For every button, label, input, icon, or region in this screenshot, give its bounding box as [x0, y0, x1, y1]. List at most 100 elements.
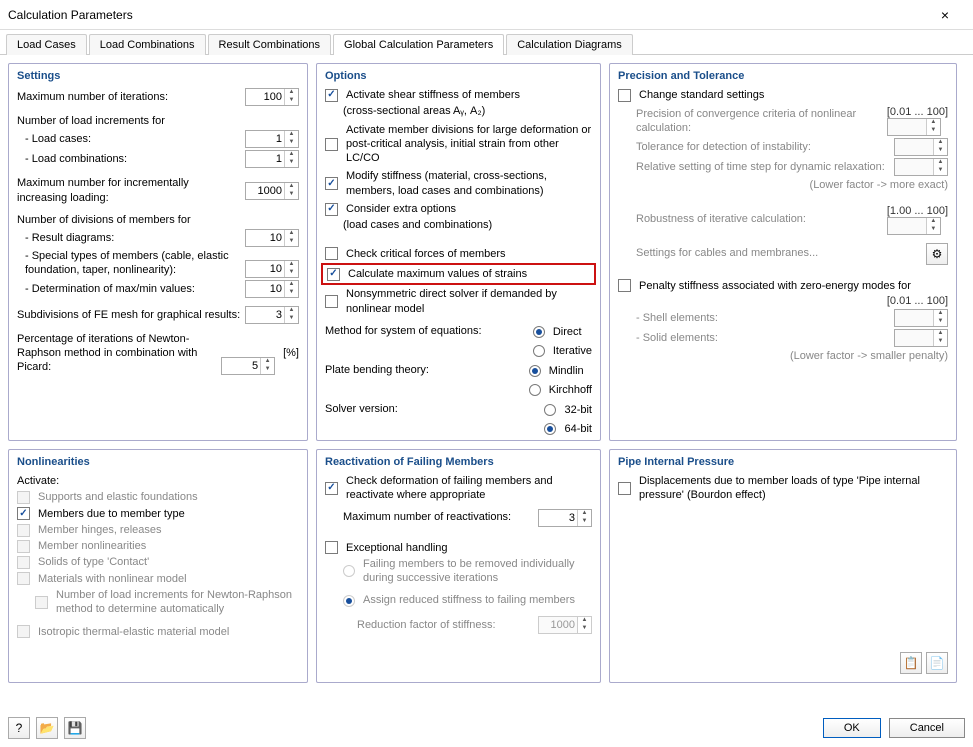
extra-label: Consider extra options	[346, 202, 592, 216]
ck-strains[interactable]	[327, 268, 340, 281]
kirchhoff-label: Kirchhoff	[549, 384, 592, 396]
ok-button[interactable]: OK	[823, 718, 881, 738]
shear-sub: (cross-sectional areas Aᵧ, A₂)	[343, 104, 592, 118]
maxmin-input[interactable]	[246, 281, 284, 297]
load-combos-input[interactable]	[246, 151, 284, 167]
rd-kirchhoff[interactable]	[529, 384, 541, 396]
hinges-label: Member hinges, releases	[38, 523, 299, 537]
shell-spinner: ▲▼	[894, 309, 948, 327]
result-diag-label: - Result diagrams:	[17, 231, 241, 245]
lower2: (Lower factor -> smaller penalty)	[636, 349, 948, 363]
load-cases-spinner[interactable]: ▲▼	[245, 130, 299, 148]
max-iter-input[interactable]	[246, 89, 284, 105]
ck-change-settings[interactable]	[618, 89, 631, 102]
group-title: Reactivation of Failing Members	[325, 456, 592, 468]
mindlin-label: Mindlin	[549, 365, 584, 377]
tab-calc-diagrams[interactable]: Calculation Diagrams	[506, 34, 633, 55]
tab-result-combinations[interactable]: Result Combinations	[208, 34, 332, 55]
max-react-spinner[interactable]: ▲▼	[538, 509, 592, 527]
method-label: Method for system of equations:	[325, 324, 527, 338]
rd-removed	[343, 565, 355, 577]
ck-modstiff[interactable]	[325, 177, 338, 190]
solid-spinner: ▲▼	[894, 329, 948, 347]
tol-input	[895, 139, 933, 155]
group-reactivation: Reactivation of Failing Members Check de…	[316, 449, 601, 683]
nrauto-label: Number of load increments for Newton-Rap…	[56, 588, 299, 617]
spin-down-icon[interactable]: ▼	[285, 97, 298, 105]
memnon-label: Member nonlinearities	[38, 539, 299, 553]
ck-check-deform[interactable]	[325, 482, 338, 495]
ck-exceptional[interactable]	[325, 541, 338, 554]
fe-input[interactable]	[246, 307, 284, 323]
load-cases-input[interactable]	[246, 131, 284, 147]
result-diag-spinner[interactable]: ▲▼	[245, 229, 299, 247]
solids-label: Solids of type 'Contact'	[38, 555, 299, 569]
spin-up-icon[interactable]: ▲	[285, 89, 298, 97]
rd-mindlin[interactable]	[529, 365, 541, 377]
ck-nrauto	[35, 596, 48, 609]
max-react-input[interactable]	[539, 510, 577, 526]
penalty-label: Penalty stiffness associated with zero-e…	[639, 279, 948, 293]
special-label: - Special types of members (cable, elast…	[17, 249, 241, 278]
ck-memtype[interactable]	[17, 507, 30, 520]
rd-32bit[interactable]	[544, 404, 556, 416]
solid-label: - Solid elements:	[636, 331, 890, 345]
load-cases-label: - Load cases:	[17, 132, 241, 146]
ck-memnon	[17, 540, 30, 553]
tab-load-combinations[interactable]: Load Combinations	[89, 34, 206, 55]
cables-settings-button[interactable]: ⚙	[926, 243, 948, 265]
tol-spinner: ▲▼	[894, 138, 948, 156]
group-title: Settings	[17, 70, 299, 82]
cancel-button[interactable]: Cancel	[889, 718, 965, 738]
tab-load-cases[interactable]: Load Cases	[6, 34, 87, 55]
save-icon[interactable]: 💾	[64, 717, 86, 739]
copy-icon[interactable]: 📋	[900, 652, 922, 674]
ck-shear[interactable]	[325, 89, 338, 102]
ck-critical[interactable]	[325, 247, 338, 260]
factor-label: Reduction factor of stiffness:	[357, 618, 534, 632]
max-iter-spinner[interactable]: ▲▼	[245, 88, 299, 106]
maxmin-label: - Determination of max/min values:	[17, 282, 241, 296]
rd-iterative[interactable]	[533, 345, 545, 357]
ck-supports	[17, 491, 30, 504]
rel-label: Relative setting of time step for dynami…	[636, 160, 890, 174]
assign-label: Assign reduced stiffness to failing memb…	[363, 593, 592, 607]
close-icon[interactable]: ×	[925, 7, 965, 23]
result-diag-input[interactable]	[246, 230, 284, 246]
nr-spinner[interactable]: ▲▼	[221, 357, 275, 375]
nr-input[interactable]	[222, 358, 260, 374]
ck-pipe-disp[interactable]	[618, 482, 631, 495]
ck-largedef[interactable]	[325, 138, 338, 151]
maxmin-spinner[interactable]: ▲▼	[245, 280, 299, 298]
iso-label: Isotropic thermal-elastic material model	[38, 625, 299, 639]
special-spinner[interactable]: ▲▼	[245, 260, 299, 278]
ck-penalty[interactable]	[618, 279, 631, 292]
group-pipe: Pipe Internal Pressure Displacements due…	[609, 449, 957, 683]
solid-input	[895, 330, 933, 346]
max-incr-input[interactable]	[246, 183, 284, 199]
shell-label: - Shell elements:	[636, 311, 890, 325]
check-label: Check deformation of failing members and…	[346, 474, 592, 503]
factor-spinner: ▲▼	[538, 616, 592, 634]
s32-label: 32-bit	[564, 404, 592, 416]
nonsym-label: Nonsymmetric direct solver if demanded b…	[346, 287, 592, 316]
ck-extra[interactable]	[325, 203, 338, 216]
change-label: Change standard settings	[639, 88, 948, 102]
help-icon[interactable]: ?	[8, 717, 30, 739]
max-incr-label: Maximum number for incrementally increas…	[17, 176, 241, 205]
max-react-label: Maximum number of reactivations:	[343, 510, 534, 524]
max-incr-spinner[interactable]: ▲▼	[245, 182, 299, 200]
ck-nonsym[interactable]	[325, 295, 338, 308]
iterative-label: Iterative	[553, 345, 592, 357]
special-input[interactable]	[246, 261, 284, 277]
tab-global-calc-params[interactable]: Global Calculation Parameters	[333, 34, 504, 55]
group-nonlinearities: Nonlinearities Activate: Supports and el…	[8, 449, 308, 683]
fe-spinner[interactable]: ▲▼	[245, 306, 299, 324]
open-icon[interactable]: 📂	[36, 717, 58, 739]
load-combos-spinner[interactable]: ▲▼	[245, 150, 299, 168]
activate-label: Activate:	[17, 474, 299, 488]
nr-label: Percentage of iterations of Newton-Raphs…	[17, 332, 217, 375]
rd-direct[interactable]	[533, 326, 545, 338]
rd-64bit[interactable]	[544, 423, 556, 435]
paste-icon[interactable]: 📄	[926, 652, 948, 674]
